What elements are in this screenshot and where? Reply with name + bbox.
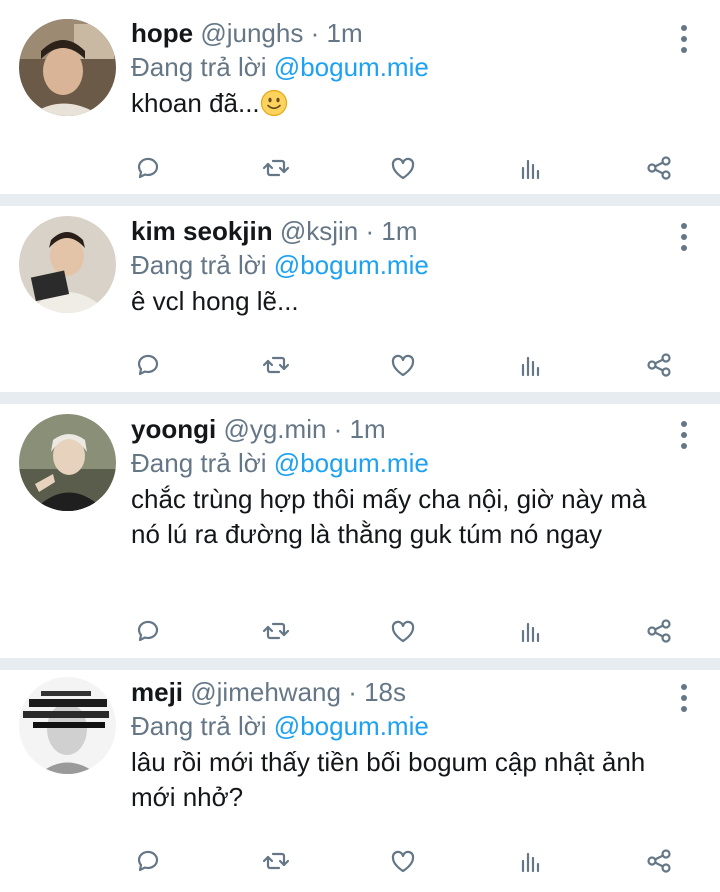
reply-prefix: Đang trả lời bbox=[131, 448, 267, 478]
tweet-text: ê vcl hong lẽ... bbox=[131, 286, 299, 316]
reply-context: Đang trả lời @bogum.mie bbox=[131, 709, 660, 743]
share-icon[interactable] bbox=[642, 615, 676, 647]
avatar[interactable] bbox=[19, 19, 116, 116]
display-name[interactable]: meji bbox=[131, 677, 183, 707]
timestamp[interactable]: 1m bbox=[350, 414, 386, 444]
share-icon[interactable] bbox=[642, 349, 676, 381]
analytics-icon[interactable] bbox=[514, 152, 548, 184]
display-name[interactable]: hope bbox=[131, 18, 193, 48]
analytics-icon[interactable] bbox=[514, 349, 548, 381]
tweet-1[interactable]: hope @junghs · 1m Đang trả lời @bogum.mi… bbox=[0, 0, 720, 194]
tweet-header: meji @jimehwang · 18s bbox=[131, 675, 660, 709]
action-bar bbox=[131, 615, 691, 647]
retweet-icon[interactable] bbox=[259, 845, 293, 877]
action-bar bbox=[131, 845, 691, 877]
tweet-3[interactable]: yoongi @yg.min · 1m Đang trả lời @bogum.… bbox=[0, 404, 720, 658]
separator-dot: · bbox=[348, 677, 357, 707]
retweet-icon[interactable] bbox=[259, 152, 293, 184]
timestamp[interactable]: 18s bbox=[364, 677, 406, 707]
separator-dot: · bbox=[333, 414, 343, 444]
tweet-text: chắc trùng hợp thôi mấy cha nội, giờ này… bbox=[131, 484, 647, 549]
separator-dot: · bbox=[310, 18, 320, 48]
retweet-icon[interactable] bbox=[259, 349, 293, 381]
reply-context: Đang trả lời @bogum.mie bbox=[131, 446, 660, 480]
more-options-icon[interactable] bbox=[678, 25, 690, 53]
more-options-icon[interactable] bbox=[678, 223, 690, 251]
reply-icon[interactable] bbox=[131, 615, 165, 647]
reply-prefix: Đang trả lời bbox=[131, 250, 267, 280]
mention-link[interactable]: @bogum.mie bbox=[274, 448, 429, 478]
share-icon[interactable] bbox=[642, 845, 676, 877]
mention-link[interactable]: @bogum.mie bbox=[274, 250, 429, 280]
tweet-separator bbox=[0, 658, 720, 670]
display-name[interactable]: kim seokjin bbox=[131, 216, 273, 246]
reply-icon[interactable] bbox=[131, 152, 165, 184]
tweet-4[interactable]: meji @jimehwang · 18s Đang trả lời @bogu… bbox=[0, 670, 720, 892]
user-handle[interactable]: @jimehwang bbox=[190, 677, 341, 707]
avatar[interactable] bbox=[19, 216, 116, 313]
reply-prefix: Đang trả lời bbox=[131, 52, 267, 82]
like-icon[interactable] bbox=[386, 349, 420, 381]
timestamp[interactable]: 1m bbox=[327, 18, 363, 48]
avatar[interactable] bbox=[19, 677, 116, 774]
tweet-separator bbox=[0, 194, 720, 206]
reply-prefix: Đang trả lời bbox=[131, 711, 267, 741]
user-handle[interactable]: @yg.min bbox=[223, 414, 326, 444]
reply-icon[interactable] bbox=[131, 349, 165, 381]
analytics-icon[interactable] bbox=[514, 845, 548, 877]
share-icon[interactable] bbox=[642, 152, 676, 184]
analytics-icon[interactable] bbox=[514, 615, 548, 647]
tweet-header: hope @junghs · 1m bbox=[131, 16, 660, 50]
timestamp[interactable]: 1m bbox=[381, 216, 417, 246]
action-bar bbox=[131, 349, 691, 381]
avatar[interactable] bbox=[19, 414, 116, 511]
reply-icon[interactable] bbox=[131, 845, 165, 877]
reply-context: Đang trả lời @bogum.mie bbox=[131, 248, 660, 282]
tweet-header: kim seokjin @ksjin · 1m bbox=[131, 214, 660, 248]
separator-dot: · bbox=[365, 216, 375, 246]
retweet-icon[interactable] bbox=[259, 615, 293, 647]
more-options-icon[interactable] bbox=[678, 421, 690, 449]
tweet-text: lâu rồi mới thấy tiền bối bogum cập nhật… bbox=[131, 747, 646, 812]
reply-context: Đang trả lời @bogum.mie bbox=[131, 50, 660, 84]
like-icon[interactable] bbox=[386, 152, 420, 184]
action-bar bbox=[131, 152, 691, 184]
user-handle[interactable]: @junghs bbox=[200, 18, 303, 48]
tweet-header: yoongi @yg.min · 1m bbox=[131, 412, 660, 446]
tweet-text: khoan đã... bbox=[131, 86, 660, 121]
like-icon[interactable] bbox=[386, 615, 420, 647]
tweet-separator bbox=[0, 392, 720, 404]
more-options-icon[interactable] bbox=[678, 684, 690, 712]
like-icon[interactable] bbox=[386, 845, 420, 877]
display-name[interactable]: yoongi bbox=[131, 414, 216, 444]
mention-link[interactable]: @bogum.mie bbox=[274, 711, 429, 741]
slightly-smiling-face-icon bbox=[260, 89, 287, 117]
mention-link[interactable]: @bogum.mie bbox=[274, 52, 429, 82]
tweet-text-content: khoan đã... bbox=[131, 88, 260, 118]
tweet-2[interactable]: kim seokjin @ksjin · 1m Đang trả lời @bo… bbox=[0, 206, 720, 392]
user-handle[interactable]: @ksjin bbox=[280, 216, 358, 246]
